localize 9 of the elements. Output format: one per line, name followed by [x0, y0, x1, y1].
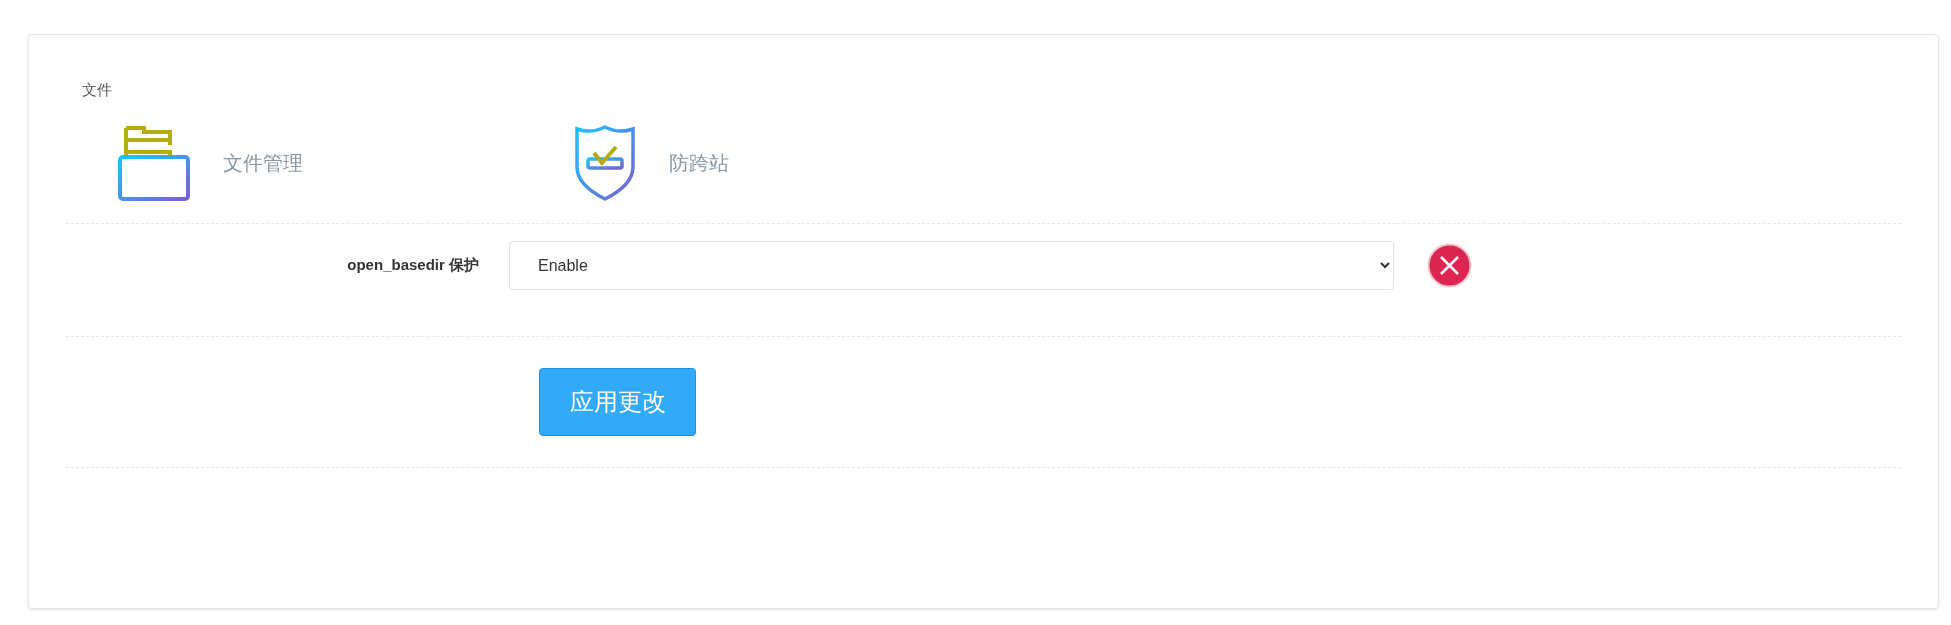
shield-icon: [574, 125, 636, 201]
shortcut-link[interactable]: 文件管理: [223, 148, 303, 178]
select-field[interactable]: Enable: [509, 241, 1394, 290]
shortcut-link[interactable]: 防跨站: [669, 148, 729, 178]
section-title: 文件: [82, 80, 112, 100]
close-icon[interactable]: [1427, 243, 1472, 288]
apply-button[interactable]: 应用更改: [539, 368, 696, 436]
field-label: open_basedir 保护: [347, 255, 479, 276]
file-cabinet-icon: [118, 125, 190, 201]
